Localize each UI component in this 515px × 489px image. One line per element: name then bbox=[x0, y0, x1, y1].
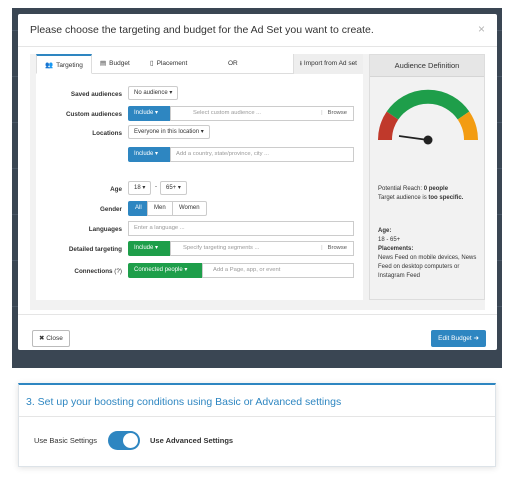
caret-down-icon: ▾ bbox=[200, 129, 204, 135]
caret-down-icon: ▾ bbox=[155, 151, 159, 157]
detailed-targeting-browse-button[interactable]: Browse bbox=[321, 242, 347, 255]
tab-or: OR bbox=[228, 60, 238, 67]
boosting-settings-card: 3. Set up your boosting conditions using… bbox=[18, 383, 496, 467]
divider bbox=[19, 416, 495, 417]
modal-header: Please choose the targeting and budget f… bbox=[18, 14, 497, 47]
caret-down-icon: ▾ bbox=[142, 185, 146, 191]
gender-label: Gender bbox=[99, 206, 122, 213]
modal-title: Please choose the targeting and budget f… bbox=[30, 24, 374, 36]
custom-audiences-include-dropdown[interactable]: Include ▾ bbox=[128, 106, 170, 121]
ad-set-modal: Please choose the targeting and budget f… bbox=[18, 14, 497, 350]
caret-down-icon: ▾ bbox=[177, 185, 181, 191]
x-icon: ✖ bbox=[39, 335, 45, 342]
gender-women-button[interactable]: Women bbox=[172, 201, 207, 216]
locations-label: Locations bbox=[92, 130, 122, 137]
targeting-panel: 👥 Targeting ▤ Budget ▯ Placement OR ⭳ Impor… bbox=[36, 54, 363, 300]
saved-audiences-dropdown[interactable]: No audience ▾ bbox=[128, 86, 179, 100]
locations-dropdown[interactable]: Everyone in this location ▾ bbox=[128, 125, 210, 139]
caret-down-icon: ▾ bbox=[155, 245, 159, 251]
gauge-orange-segment bbox=[457, 111, 479, 141]
basic-settings-label: Use Basic Settings bbox=[34, 436, 97, 445]
targeting-segments-input[interactable]: Specify targeting segments ... Browse bbox=[170, 241, 354, 256]
modal-footer: ✖ Close Edit Budget ➜ bbox=[18, 314, 497, 350]
caret-down-icon: ▾ bbox=[184, 267, 188, 273]
languages-label: Languages bbox=[88, 226, 122, 233]
connections-label: Connections (?) bbox=[74, 268, 122, 275]
gauge-red-segment bbox=[377, 111, 399, 141]
potential-reach: Potential Reach: 0 people Target audienc… bbox=[378, 186, 464, 201]
age-max-dropdown[interactable]: 65+ ▾ bbox=[160, 181, 187, 195]
caret-down-icon: ▾ bbox=[169, 90, 173, 96]
saved-audiences-label: Saved audiences bbox=[70, 91, 122, 98]
gender-men-button[interactable]: Men bbox=[147, 201, 173, 216]
tab-placement[interactable]: ▯ Placement bbox=[150, 54, 187, 74]
settings-toggle[interactable] bbox=[108, 431, 140, 450]
tab-bar: 👥 Targeting ▤ Budget ▯ Placement OR ⭳ Impor… bbox=[36, 54, 363, 74]
advanced-settings-label: Use Advanced Settings bbox=[150, 436, 234, 445]
caret-down-icon: ▾ bbox=[155, 110, 159, 116]
audience-definition-title: Audience Definition bbox=[370, 55, 484, 77]
tab-targeting[interactable]: 👥 Targeting bbox=[36, 54, 92, 74]
language-input[interactable]: Enter a language ... bbox=[128, 221, 354, 236]
detailed-targeting-include-dropdown[interactable]: Include ▾ bbox=[128, 241, 170, 256]
modal-body: 👥 Targeting ▤ Budget ▯ Placement OR ⭳ Impor… bbox=[30, 54, 485, 310]
edit-budget-button[interactable]: Edit Budget ➜ bbox=[431, 330, 486, 347]
audience-summary: Age: 18 - 65+ Placements: News Feed on m… bbox=[378, 228, 477, 279]
age-label: Age bbox=[110, 186, 122, 193]
help-icon[interactable]: (?) bbox=[114, 268, 122, 275]
gauge-green-segment bbox=[386, 89, 470, 120]
custom-audience-input[interactable]: Select custom audience ... Browse bbox=[170, 106, 354, 121]
detailed-targeting-label: Detailed targeting bbox=[68, 246, 122, 253]
close-icon[interactable]: × bbox=[478, 22, 485, 36]
custom-audience-browse-button[interactable]: Browse bbox=[321, 107, 347, 120]
locations-include-dropdown[interactable]: Include ▾ bbox=[128, 147, 170, 162]
mobile-icon: ▯ bbox=[150, 60, 154, 67]
age-min-dropdown[interactable]: 18 ▾ bbox=[128, 181, 152, 195]
custom-audiences-label: Custom audiences bbox=[66, 111, 122, 118]
card-title: 3. Set up your boosting conditions using… bbox=[26, 396, 342, 408]
money-icon: ▤ bbox=[100, 60, 107, 67]
download-icon: ⭳ bbox=[299, 60, 303, 67]
close-button[interactable]: ✖ Close bbox=[32, 330, 70, 347]
import-from-ad-set-button[interactable]: ⭳ Import from Ad set bbox=[292, 54, 363, 74]
location-input[interactable]: Add a country, state/province, city ... bbox=[170, 147, 354, 162]
gender-all-button[interactable]: All bbox=[128, 201, 149, 216]
gauge-hub bbox=[423, 135, 433, 145]
toggle-knob bbox=[123, 433, 138, 448]
age-separator: - bbox=[155, 184, 157, 190]
audience-definition-panel: Audience Definition Potential Reach: 0 p… bbox=[369, 54, 485, 300]
audience-gauge bbox=[377, 89, 479, 145]
connections-dropdown[interactable]: Connected people ▾ bbox=[128, 263, 202, 278]
tab-budget[interactable]: ▤ Budget bbox=[100, 54, 130, 74]
connections-input[interactable]: Add a Page, app, or event bbox=[202, 263, 354, 278]
users-icon: 👥 bbox=[45, 62, 54, 69]
arrow-right-icon: ➜ bbox=[473, 335, 479, 342]
